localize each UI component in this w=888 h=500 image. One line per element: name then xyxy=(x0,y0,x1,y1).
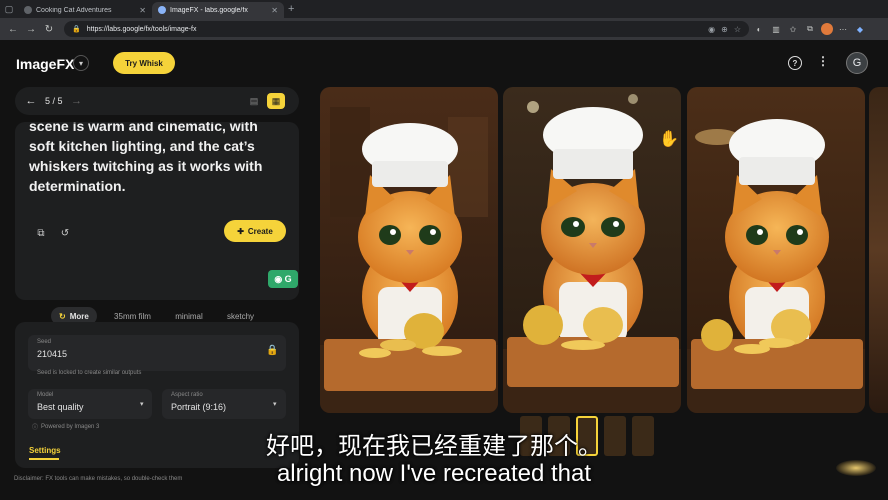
caret-down-icon: ▾ xyxy=(140,401,144,408)
subtitle-english: alright now I've recreated that xyxy=(276,460,592,487)
forward-icon[interactable]: → xyxy=(22,20,40,38)
more-icon[interactable]: ⋯ xyxy=(836,22,850,36)
caret-down-icon: ▾ xyxy=(273,401,277,408)
lock-icon[interactable]: 🔒 xyxy=(72,25,81,33)
extension-icon[interactable]: ◐ xyxy=(752,22,766,36)
window-menu-icon[interactable]: ▢ xyxy=(0,0,18,18)
try-whisk-button[interactable]: Try Whisk xyxy=(113,52,175,74)
star-icon[interactable]: ☆ xyxy=(734,25,741,34)
url-text: https://labs.google/fx/tools/image-fx xyxy=(86,25,197,33)
zoom-icon[interactable]: ⊕ xyxy=(721,25,728,34)
gallery-view-icon[interactable]: ▦ xyxy=(267,93,285,109)
new-tab-icon[interactable]: + xyxy=(288,3,294,15)
tab-title: Cooking Cat Adventures xyxy=(36,6,112,14)
arrow-left-icon[interactable]: ← xyxy=(23,95,39,107)
create-label: Create xyxy=(247,226,273,236)
model-label: Model xyxy=(37,392,54,398)
model-value: Best quality xyxy=(37,402,84,412)
close-icon[interactable]: ✕ xyxy=(139,6,146,15)
collections-icon[interactable]: ⧉ xyxy=(803,22,817,36)
split-view-icon[interactable]: ▥ xyxy=(769,22,783,36)
address-bar: ← → ↻ 🔒 https://labs.google/fx/tools/ima… xyxy=(0,18,888,40)
imagefx-app: ImageFX ▾ Try Whisk ? ⋮ G ← 5 / 5 → ▤ ▦ … xyxy=(0,40,888,500)
light-glow xyxy=(836,460,876,476)
help-icon[interactable]: ? xyxy=(788,56,802,70)
more-vert-icon[interactable]: ⋮ xyxy=(817,54,829,68)
page-count: 5 / 5 xyxy=(45,96,63,106)
arrow-right-icon[interactable]: → xyxy=(69,95,85,107)
tab-cooking-cat[interactable]: Cooking Cat Adventures ✕ xyxy=(18,2,152,18)
copilot-icon[interactable]: ◆ xyxy=(853,22,867,36)
avatar[interactable]: G xyxy=(846,52,868,74)
back-icon[interactable]: ← xyxy=(4,20,22,38)
globe-icon xyxy=(24,6,32,14)
prompt-text: soft kitchen lighting, and the cat’s whi… xyxy=(29,138,263,194)
seed-note: Seed is locked to create similar outputs xyxy=(37,370,142,376)
prompt-input[interactable]: scene is warm and cinematic, with soft k… xyxy=(29,122,291,196)
imagefx-favicon-icon xyxy=(158,6,166,14)
tab-imagefx[interactable]: ImageFX - labs.google/fx ✕ xyxy=(152,2,284,18)
eye-icon[interactable]: ◉ xyxy=(708,25,715,34)
more-label: More xyxy=(69,311,89,321)
history-pager: ← 5 / 5 → ▤ ▦ xyxy=(15,87,299,115)
list-view-icon[interactable]: ▤ xyxy=(247,94,261,108)
hand-cursor-icon: ✋ xyxy=(659,131,679,148)
seed-label: Seed xyxy=(37,339,52,345)
aspect-ratio-label: Aspect ratio xyxy=(171,392,203,398)
cat-chef-illustration xyxy=(320,87,498,413)
app-logo: ImageFX xyxy=(16,56,75,72)
chevron-down-icon[interactable]: ▾ xyxy=(73,55,89,71)
lock-icon[interactable]: 🔒 xyxy=(266,345,278,356)
prompt-card: scene is warm and cinematic, with soft k… xyxy=(15,122,299,300)
close-icon[interactable]: ✕ xyxy=(271,6,278,15)
create-button[interactable]: ✚ Create xyxy=(224,220,286,242)
cat-chef-illustration xyxy=(503,87,681,413)
copy-icon[interactable]: ⧉ xyxy=(34,226,48,240)
favorites-icon[interactable]: ✩ xyxy=(786,22,800,36)
profile-icon[interactable] xyxy=(821,23,833,35)
seed-value: 210415 xyxy=(37,349,68,359)
generated-image-3[interactable] xyxy=(687,87,865,413)
generated-image-4[interactable] xyxy=(869,87,888,413)
generated-image-2[interactable] xyxy=(503,87,681,413)
tab-title: ImageFX - labs.google/fx xyxy=(170,6,248,14)
cat-chef-illustration xyxy=(687,87,865,413)
generated-image-1[interactable] xyxy=(320,87,498,413)
reset-icon[interactable]: ↺ xyxy=(58,226,72,240)
refresh-icon: ↻ xyxy=(59,311,66,321)
prompt-line-cut: scene is warm and cinematic, with xyxy=(29,122,258,134)
subtitle-chinese: 好吧，现在我已经重建了那个。 xyxy=(266,432,602,460)
grammar-extension-icon[interactable]: ◉ G xyxy=(268,270,298,288)
sparkle-icon: ✚ xyxy=(237,226,244,236)
url-field[interactable]: 🔒 https://labs.google/fx/tools/image-fx … xyxy=(64,21,749,37)
reload-icon[interactable]: ↻ xyxy=(40,20,58,38)
aspect-ratio-value: Portrait (9:16) xyxy=(171,402,227,412)
browser-tabbar: ▢ Cooking Cat Adventures ✕ ImageFX - lab… xyxy=(0,0,888,18)
